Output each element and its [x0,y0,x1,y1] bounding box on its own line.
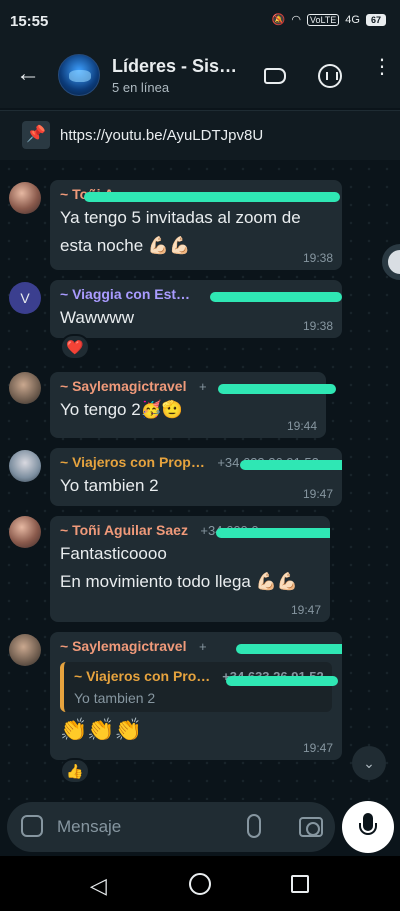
quoted-text: Yo tambien 2 [74,690,156,706]
status-icons: 🔕 ◠ VoLTE 4G 67 [272,13,386,26]
redaction-mark [210,292,342,302]
scroll-down-icon[interactable]: ⌄ [352,746,386,780]
back-arrow-icon[interactable]: ← [16,62,40,86]
message-bubble[interactable]: ~ Toñi A Ya tengo 5 invitadas al zoom de… [50,180,342,270]
message-bubble[interactable]: ~ Viaggia con Est… Wawwww 19:38 [50,280,342,338]
label-icon[interactable] [264,68,286,84]
reaction-badge[interactable]: 👍 [60,758,90,784]
chat-subtitle: 5 en línea [112,80,170,95]
pinned-message-bar[interactable]: 📌 https://youtu.be/AyuLDTJpv8U [0,110,400,160]
redaction-mark [226,676,338,686]
sender-phone: + [198,379,207,394]
sender-avatar[interactable] [9,634,41,666]
quoted-sender-name: ~ Viajeros con Pro… [74,668,211,684]
sender-name[interactable]: ~ Saylemagictravel [60,638,186,654]
composer[interactable] [7,802,335,852]
redaction-mark [84,192,340,202]
more-vert-icon[interactable]: ⋮ [372,57,392,77]
sticker-icon[interactable] [21,815,43,837]
sender-avatar[interactable] [9,516,41,548]
redaction-mark [218,384,336,394]
pinned-link[interactable]: https://youtu.be/AyuLDTJpv8U [60,127,263,144]
message-bubble[interactable]: ~ Saylemagictravel + ~ Viajeros con Pro…… [50,632,342,760]
wifi-icon: ◠ [291,14,301,26]
group-avatar[interactable] [58,54,100,96]
chat-header: ← Líderes - Siste… 5 en línea ⋮ [0,44,400,108]
sender-avatar[interactable] [9,372,41,404]
sender-name[interactable]: ~ Saylemagictravel [60,378,186,394]
sender-name[interactable]: ~ Viajeros con Prop… [60,454,205,470]
message-time: 19:44 [286,419,317,433]
message-input[interactable] [57,812,237,842]
redaction-mark [216,528,330,538]
message-time: 19:38 [302,319,333,333]
sender-name[interactable]: ~ Viaggia con Est… [60,286,190,302]
message-time: 19:47 [302,741,333,755]
pin-icon: 📌 [22,121,50,149]
redaction-mark [236,644,342,654]
chat-title[interactable]: Líderes - Siste… [112,56,242,77]
network-indicator: 4G [345,13,360,26]
sender-phone: + [198,639,207,654]
quoted-message[interactable]: ~ Viajeros con Pro… +34 633 26 91 52 Yo … [60,662,338,712]
message-text: Yo tengo 2🥳🫡 [60,400,184,419]
message-bubble[interactable]: ~ Viajeros con Prop… +34 633 26 91 52 Yo… [50,448,342,506]
floating-bubble[interactable] [382,244,400,280]
battery-indicator: 67 [365,13,386,26]
message-list[interactable]: ~ Toñi A Ya tengo 5 invitadas al zoom de… [0,160,400,800]
message-time: 19:47 [290,603,321,617]
group-call-icon[interactable] [318,64,342,88]
system-nav-bar: ◁ [0,856,400,911]
sender-avatar[interactable] [9,450,41,482]
message-bubble[interactable]: ~ Toñi Aguilar Saez +34 600 0 Fantastico… [50,516,330,622]
mic-icon[interactable] [342,801,394,853]
message-time: 19:47 [302,487,333,501]
mute-icon: 🔕 [271,14,286,26]
reaction-badge[interactable]: ❤️ [60,334,90,360]
composer-bar [0,800,400,856]
status-time: 15:55 [10,13,49,30]
camera-icon[interactable] [299,817,323,837]
nav-recents-icon[interactable] [291,875,309,893]
message-text: Ya tengo 5 invitadas al zoom de esta noc… [60,208,301,255]
message-text: 👏👏👏 [60,717,143,742]
message-bubble[interactable]: ~ Saylemagictravel + Yo tengo 2🥳🫡 19:44 [50,372,336,438]
redaction-mark [240,460,342,470]
nav-home-icon[interactable] [189,873,211,895]
sender-avatar[interactable]: V [9,282,41,314]
volte-indicator: VoLTE [306,13,340,26]
nav-back-icon[interactable]: ◁ [90,873,107,899]
sender-name[interactable]: ~ Toñi Aguilar Saez [60,522,188,538]
message-time: 19:38 [302,251,333,265]
status-bar: 15:55 🔕 ◠ VoLTE 4G 67 [0,0,400,44]
attach-icon[interactable] [247,814,261,838]
message-text: Fantasticoooo En movimiento todo llega 💪… [60,544,298,591]
sender-avatar[interactable] [9,182,41,214]
message-text: Wawwww [60,308,134,327]
message-text: Yo tambien 2 [60,476,159,495]
